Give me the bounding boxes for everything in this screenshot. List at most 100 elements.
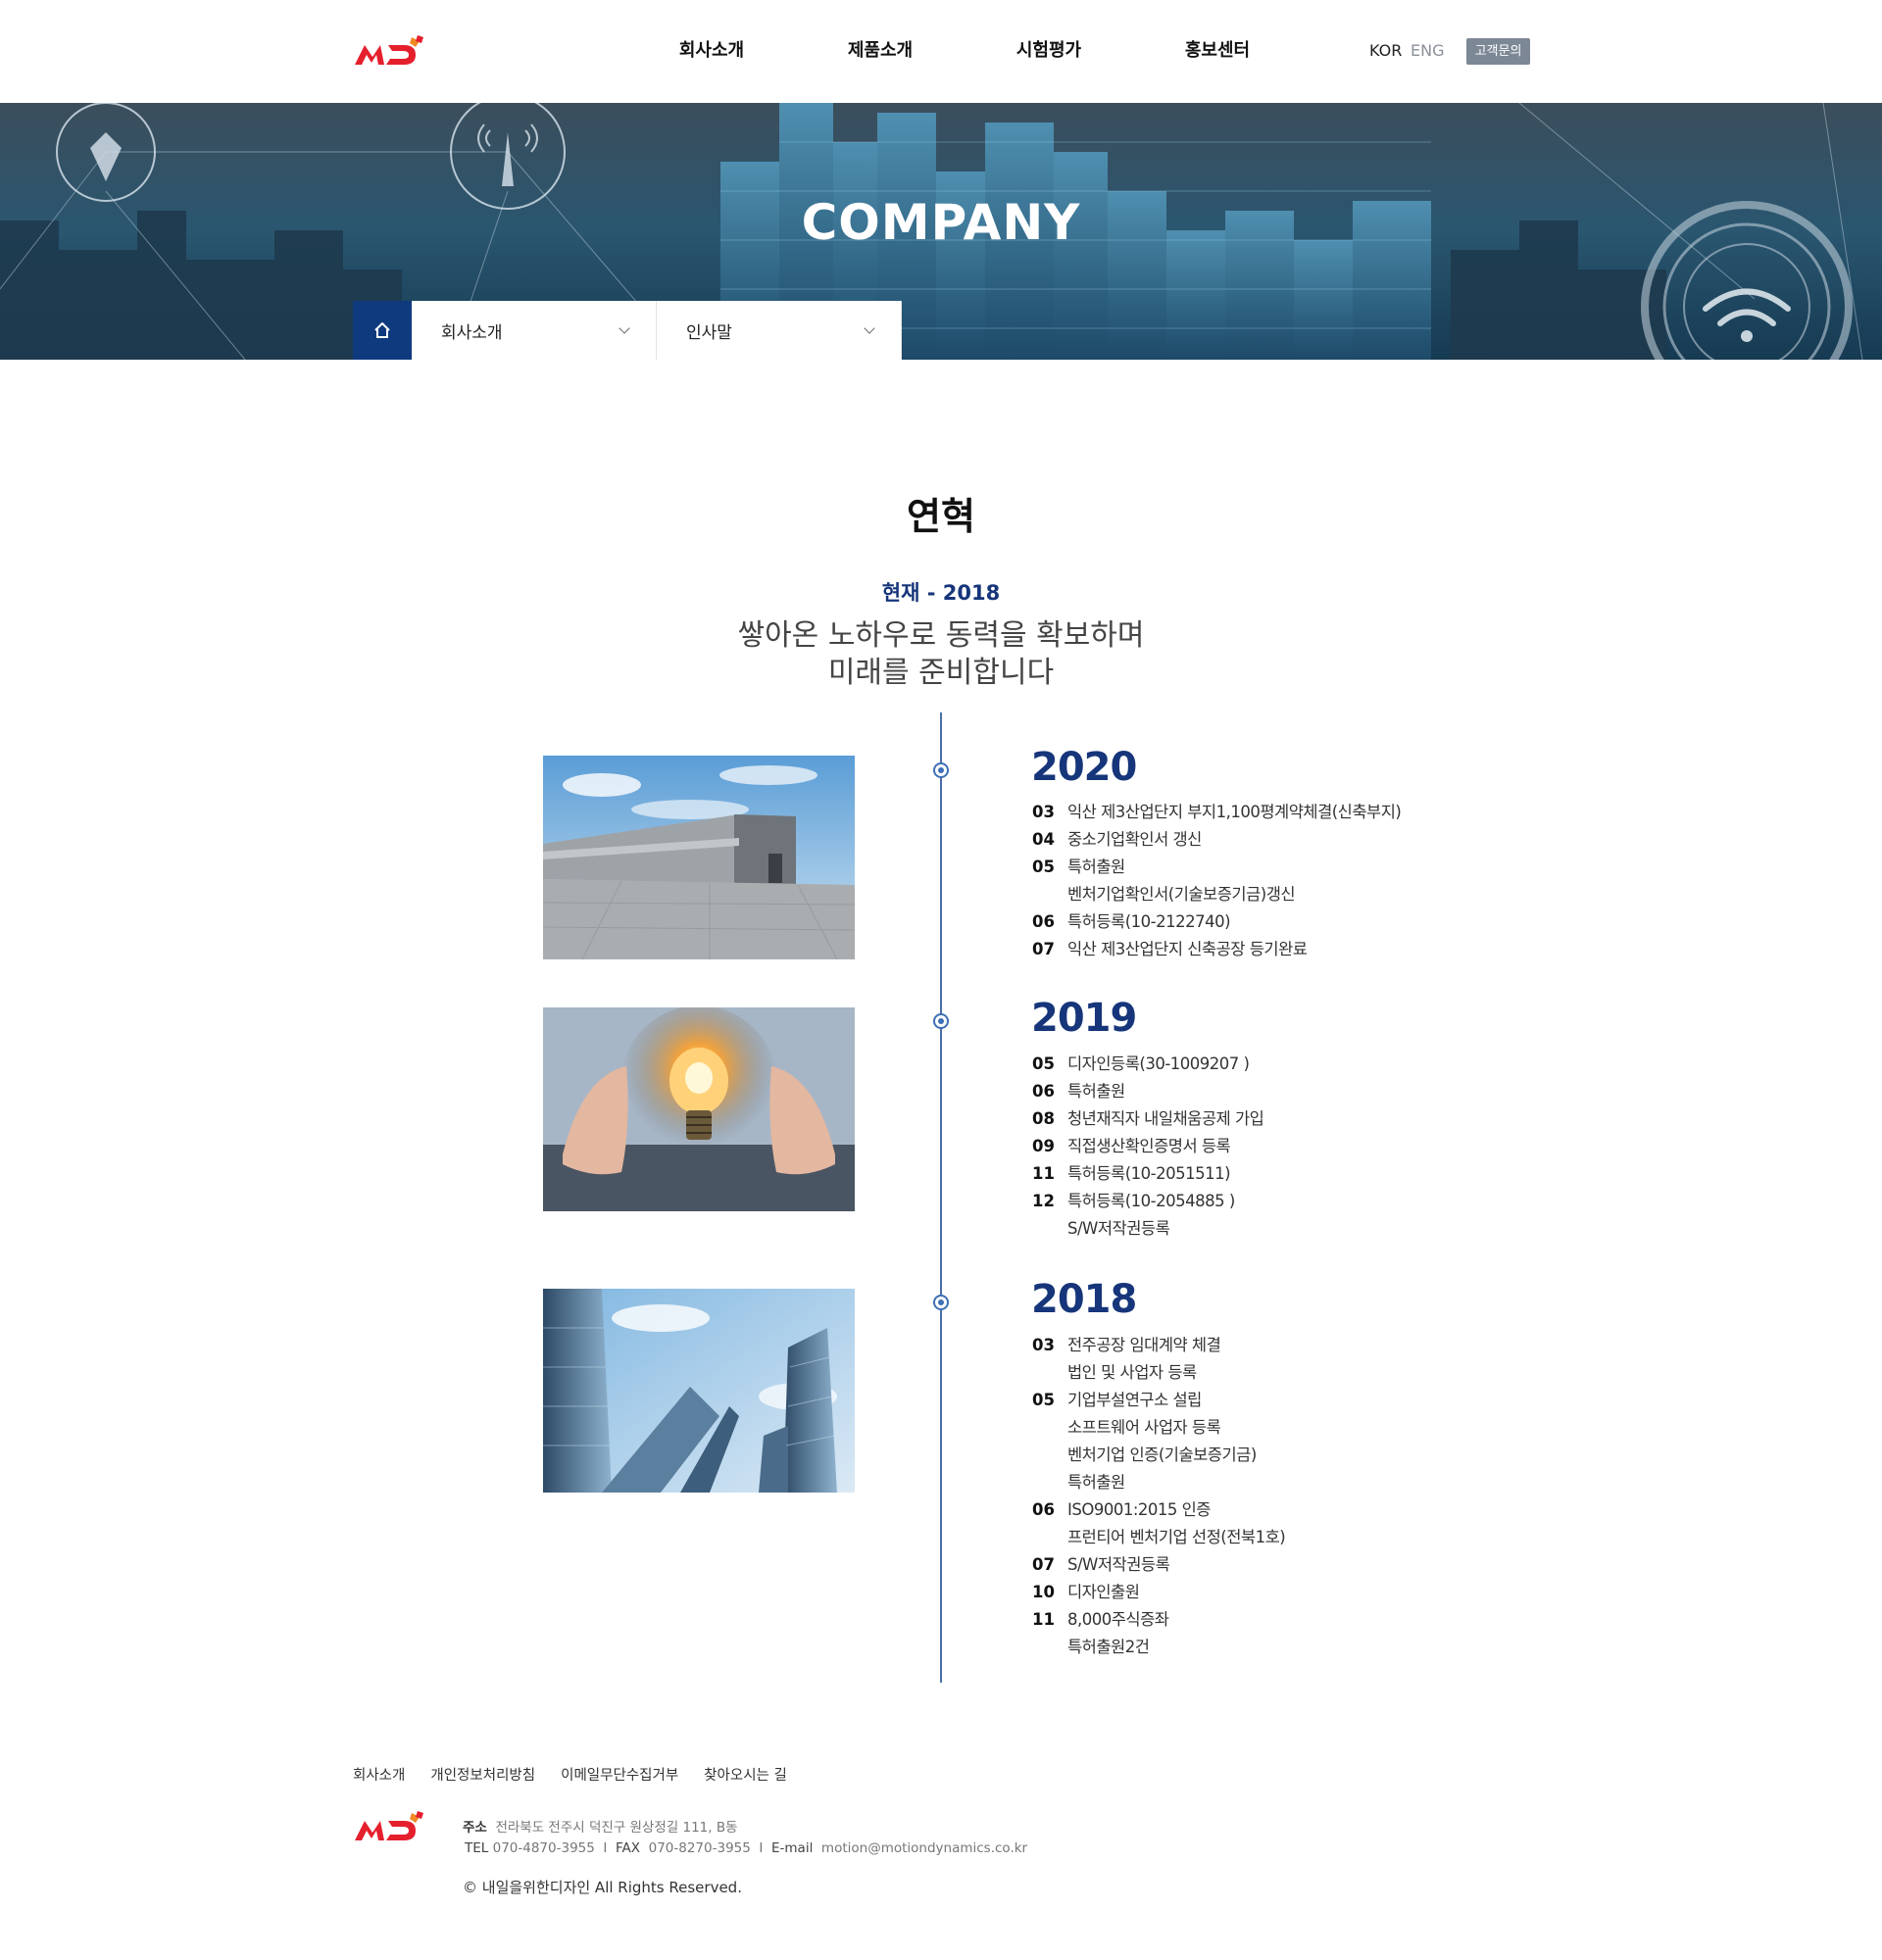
tel-value: 070-4870-3955 [492, 1840, 595, 1856]
event-text: 특허출원 [1067, 858, 1125, 876]
event-item: 특허출원 [1032, 1469, 1285, 1496]
site-header: 회사소개 제품소개 시험평가 홍보센터 KOR ENG 고객문의 [0, 0, 1882, 103]
event-text: 중소기업확인서 갱신 [1067, 830, 1202, 849]
event-item: 특허출원2건 [1032, 1634, 1285, 1661]
copyright: © 내일을위한디자인 All Rights Reserved. [463, 1879, 742, 1896]
lightbulb-photo [543, 1007, 855, 1211]
slogan-line-1: 쌓아온 노하우로 동력을 확보하며 [737, 618, 1145, 653]
event-item: 11 8,000주식증좌 [1032, 1606, 1285, 1634]
event-item: 03 익산 제3산업단지 부지1,100평계약체결(신축부지) [1032, 799, 1402, 826]
event-month: 09 [1032, 1137, 1055, 1155]
year-heading: 2020 [1031, 745, 1137, 790]
event-month [1032, 1469, 1067, 1496]
chevron-down-icon [864, 322, 875, 334]
nav-products[interactable]: 제품소개 [796, 0, 965, 103]
lang-eng-link[interactable]: ENG [1411, 41, 1444, 60]
nav-testing[interactable]: 시험평가 [965, 0, 1133, 103]
event-text: 프런티어 벤처기업 선정(전북1호) [1067, 1528, 1286, 1546]
footer-contact: TEL 070-4870-3955 I FAX 070-8270-3955 I … [465, 1840, 1028, 1856]
slogan-line-2: 미래를 준비합니다 [827, 656, 1055, 690]
event-item: 05 디자인등록(30-1009207 ) [1032, 1051, 1263, 1078]
event-month: 05 [1032, 858, 1055, 876]
event-text: 익산 제3산업단지 신축공장 등기완료 [1067, 940, 1308, 958]
event-month: 11 [1032, 1610, 1055, 1629]
slogan: 쌓아온 노하우로 동력을 확보하며 미래를 준비합니다 [0, 617, 1882, 692]
footer-link-company[interactable]: 회사소개 [353, 1764, 405, 1785]
event-text: 익산 제3산업단지 부지1,100평계약체결(신축부지) [1067, 803, 1402, 821]
event-item: 04 중소기업확인서 갱신 [1032, 826, 1401, 854]
event-month [1032, 1414, 1067, 1442]
event-text: 법인 및 사업자 등록 [1067, 1363, 1197, 1382]
event-month: 05 [1032, 1054, 1055, 1073]
nav-pr-center[interactable]: 홍보센터 [1133, 0, 1302, 103]
nav-company[interactable]: 회사소개 [627, 0, 796, 103]
event-text: 소프트웨어 사업자 등록 [1067, 1418, 1221, 1437]
event-item: 10 디자인출원 [1032, 1579, 1285, 1606]
lang-kor-link[interactable]: KOR [1369, 41, 1402, 60]
breadcrumb-select-section[interactable]: 회사소개 [412, 301, 657, 360]
page-title: 연혁 [907, 495, 975, 538]
event-item: 벤처기업 인증(기술보증기금) [1032, 1442, 1285, 1469]
event-month: 12 [1032, 1192, 1055, 1210]
address-label: 주소 [463, 1820, 487, 1836]
event-text: 특허출원 [1067, 1082, 1125, 1101]
footer-links: 회사소개 개인정보처리방침 이메일무단수집거부 찾아오시는 길 [353, 1764, 787, 1785]
event-item: 05 기업부설연구소 설립 [1032, 1387, 1285, 1414]
event-item: 소프트웨어 사업자 등록 [1032, 1414, 1285, 1442]
breadcrumb-page-label: 인사말 [686, 322, 732, 343]
footer-link-privacy[interactable]: 개인정보처리방침 [430, 1764, 535, 1785]
event-text: 기업부설연구소 설립 [1067, 1391, 1202, 1409]
event-month: 05 [1032, 1391, 1055, 1409]
email-value: motion@motiondynamics.co.kr [820, 1840, 1028, 1856]
tel-label: TEL [465, 1840, 489, 1856]
event-item: 06 특허출원 [1032, 1078, 1263, 1105]
event-month: 08 [1032, 1109, 1055, 1128]
event-item: 09 직접생산확인증명서 등록 [1032, 1133, 1263, 1160]
event-text: 벤처기업 인증(기술보증기금) [1067, 1446, 1257, 1464]
event-month [1032, 1442, 1067, 1469]
event-month [1032, 1359, 1067, 1387]
event-item: 07 S/W저작권등록 [1032, 1551, 1285, 1579]
event-month: 06 [1032, 1500, 1055, 1519]
customer-inquiry-button[interactable]: 고객문의 [1466, 38, 1530, 65]
event-month: 04 [1032, 830, 1055, 849]
event-text: 8,000주식증좌 [1067, 1610, 1169, 1629]
event-item: 11 특허등록(10-2051511) [1032, 1160, 1263, 1188]
breadcrumb-section-label: 회사소개 [441, 322, 503, 343]
event-item: 법인 및 사업자 등록 [1032, 1359, 1285, 1387]
event-item: 06 ISO9001:2015 인증 [1032, 1496, 1285, 1524]
footer-link-directions[interactable]: 찾아오시는 길 [704, 1764, 787, 1785]
event-text: 전주공장 임대계약 체결 [1067, 1336, 1221, 1354]
event-month [1032, 1524, 1067, 1551]
event-month [1032, 1634, 1067, 1661]
timeline-dot [933, 762, 949, 778]
year-heading: 2018 [1031, 1277, 1137, 1322]
timeline-line [940, 712, 942, 1683]
event-text: 특허등록(10-2122740) [1067, 912, 1231, 931]
event-item: S/W저작권등록 [1032, 1215, 1263, 1243]
breadcrumb-select-page[interactable]: 인사말 [657, 301, 902, 360]
footer-md-logo [355, 1811, 423, 1840]
event-item: 06 특허등록(10-2122740) [1032, 908, 1401, 936]
event-text: S/W저작권등록 [1067, 1555, 1170, 1574]
event-text: 디자인출원 [1067, 1583, 1140, 1601]
email-label: E-mail [771, 1840, 814, 1856]
event-list-2020: 03 익산 제3산업단지 부지1,100평계약체결(신축부지) 04 중소기업확인서… [1032, 799, 1402, 963]
home-button[interactable] [353, 301, 412, 360]
event-item: 07 익산 제3산업단지 신축공장 등기완료 [1032, 936, 1401, 963]
footer-link-email-refusal[interactable]: 이메일무단수집거부 [561, 1764, 678, 1785]
event-text: 특허등록(10-2054885 ) [1067, 1192, 1235, 1210]
event-text: 특허등록(10-2051511) [1067, 1164, 1231, 1183]
md-logo[interactable] [353, 33, 431, 73]
event-item: 프런티어 벤처기업 선정(전북1호) [1032, 1524, 1286, 1551]
event-text: 디자인등록(30-1009207 ) [1067, 1054, 1250, 1073]
event-text: 직접생산확인증명서 등록 [1067, 1137, 1231, 1155]
event-text: S/W저작권등록 [1067, 1219, 1170, 1238]
event-item: 03 전주공장 임대계약 체결 [1032, 1332, 1285, 1359]
timeline-dot [933, 1013, 949, 1029]
breadcrumb: 회사소개 인사말 [353, 301, 902, 360]
event-list-2018: 03 전주공장 임대계약 체결 법인 및 사업자 등록 05 기업부설연구소 설립 … [1032, 1332, 1286, 1661]
factory-photo [543, 756, 855, 959]
hero-title: COMPANY [801, 194, 1081, 251]
event-text: ISO9001:2015 인증 [1067, 1500, 1211, 1519]
